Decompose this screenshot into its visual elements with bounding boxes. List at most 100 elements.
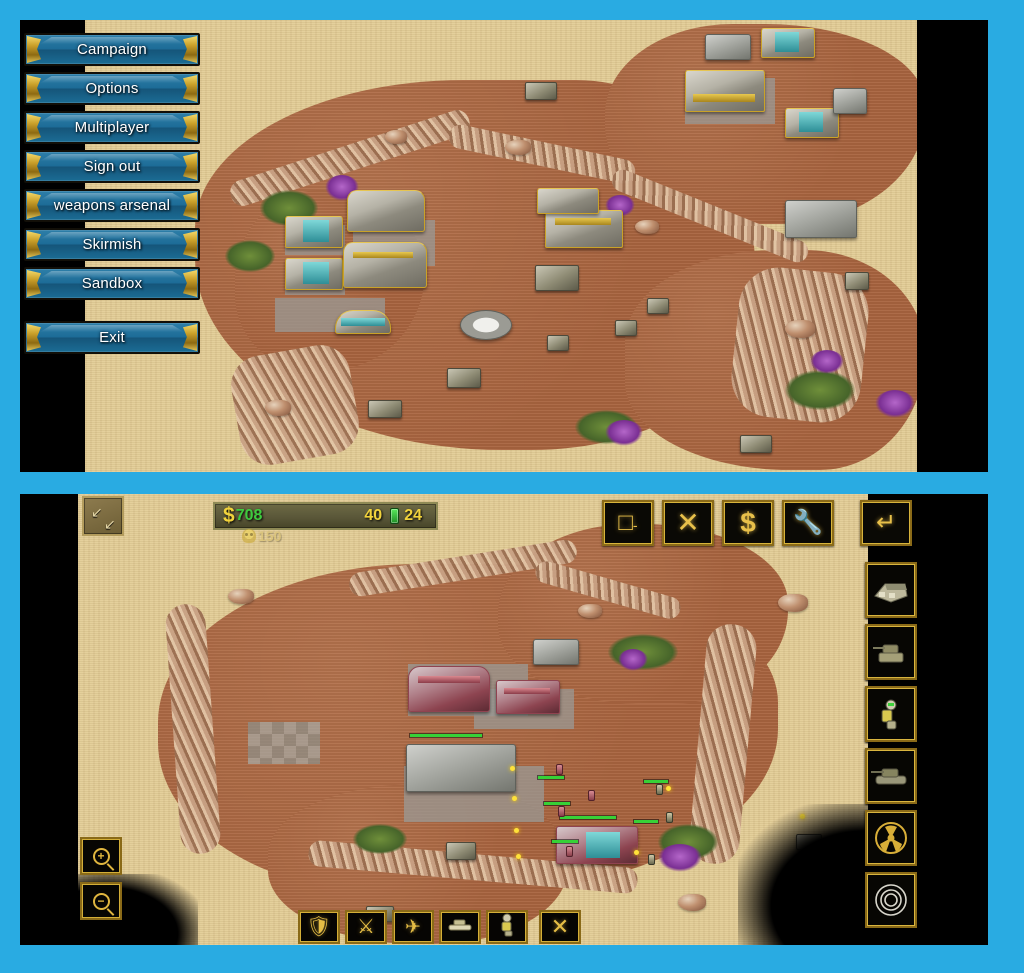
- power-produced-value: 40: [364, 507, 383, 524]
- terrain-rock-5: [265, 400, 291, 416]
- menu-button-weapons-arsenal[interactable]: weapons arsenal: [24, 189, 200, 222]
- sidebar-tile-build-vehicle[interactable]: [865, 748, 917, 804]
- command-tile-infantry[interactable]: [486, 910, 528, 944]
- structure-refinery[interactable]: [545, 210, 623, 248]
- structure-nod-barracks[interactable]: [496, 680, 560, 714]
- expand-arrows-icon: ↙: [91, 504, 103, 520]
- unit-tank-scout[interactable]: [525, 82, 557, 100]
- shield-icon: 🛡: [306, 916, 332, 938]
- exit-button-wrapper: Exit: [24, 321, 206, 354]
- credits-value: 708: [235, 507, 263, 524]
- health-bar-unit-4: [644, 780, 668, 783]
- structure-construction-yard[interactable]: [406, 744, 516, 792]
- infantry-soldier-icon: [867, 688, 915, 740]
- zoom-out-button[interactable]: −: [80, 882, 122, 920]
- unit-infantry-gdi-1[interactable]: [656, 784, 663, 795]
- toolbar-button-deploy[interactable]: □-: [602, 500, 654, 546]
- terrain-rock-2: [505, 140, 531, 155]
- structure-nod-refinery-glass: [586, 832, 620, 858]
- structure-enemy-hq[interactable]: [785, 200, 857, 238]
- minimap-toggle-button[interactable]: ↙ ↙: [82, 496, 124, 536]
- menu-button-multiplayer[interactable]: Multiplayer: [24, 111, 200, 144]
- skull-icon: [242, 529, 256, 543]
- game-viewport-bottom[interactable]: [78, 494, 868, 945]
- sidebar-tile-build-infantry[interactable]: [865, 686, 917, 742]
- unit-turret-1[interactable]: [547, 335, 569, 351]
- menu-button-sign-out[interactable]: Sign out: [24, 150, 200, 183]
- command-tile-vehicle[interactable]: [439, 910, 481, 944]
- command-tile-defense[interactable]: 🛡: [298, 910, 340, 944]
- unit-infantry-nod-4[interactable]: [588, 790, 595, 801]
- structure-silo-north[interactable]: [533, 639, 579, 665]
- unit-recon[interactable]: [740, 435, 772, 453]
- close-x-icon: ✕: [676, 507, 700, 538]
- unit-infantry-gdi-3[interactable]: [648, 854, 655, 865]
- structure-barracks[interactable]: [343, 242, 427, 288]
- toolbar-button-repair[interactable]: 🔧: [782, 500, 834, 546]
- unit-infantry-nod-3[interactable]: [566, 846, 573, 857]
- effect-muzzle-flash-4: [516, 854, 521, 859]
- resource-bar: $ 708 40 24: [213, 502, 438, 530]
- command-tile-cancel[interactable]: ✕: [539, 910, 581, 944]
- game-viewport-top[interactable]: [85, 20, 917, 472]
- unit-infantry-nod-1[interactable]: [556, 764, 563, 775]
- structure-hand-of-nod[interactable]: [408, 666, 490, 712]
- menu-button-skirmish[interactable]: Skirmish: [24, 228, 200, 261]
- unit-tank-main[interactable]: [535, 265, 579, 291]
- effect-muzzle-flash-2: [512, 796, 517, 801]
- structure-tech-glass: [341, 318, 385, 326]
- unit-tank-ally[interactable]: [446, 842, 476, 860]
- menu-button-options[interactable]: Options: [24, 72, 200, 105]
- menu-button-exit[interactable]: Exit: [24, 321, 200, 354]
- aircraft-icon: ✈: [405, 916, 421, 938]
- unit-turret-2[interactable]: [615, 320, 637, 336]
- structure-refinery-accent: [555, 218, 611, 225]
- vegetation-shrub-2: [225, 240, 275, 272]
- health-bar-nod-refinery: [560, 816, 616, 819]
- deploy-square-icon: □-: [618, 509, 638, 536]
- structure-ne-crate[interactable]: [833, 88, 867, 114]
- health-bar-unit-3: [552, 840, 578, 843]
- sword-icon: ⚔: [357, 916, 375, 938]
- unit-turret-4[interactable]: [845, 272, 869, 290]
- unit-turret-3[interactable]: [647, 298, 669, 314]
- structure-ne-depot[interactable]: [705, 34, 751, 60]
- unit-infantry-gdi-2[interactable]: [666, 812, 673, 823]
- health-bar-unit-5: [634, 820, 658, 823]
- menu-label-skirmish: Skirmish: [82, 236, 142, 253]
- power-cell-icon: [390, 508, 400, 524]
- structure-ne-factory[interactable]: [685, 70, 765, 112]
- effect-muzzle-flash-1: [510, 766, 515, 771]
- command-tile-aircraft[interactable]: ✈: [392, 910, 434, 944]
- tank-icon: [446, 917, 474, 937]
- structure-ne-glass-1: [775, 32, 799, 52]
- sidebar-tile-settings[interactable]: [865, 872, 917, 928]
- unit-infantry-nod-2[interactable]: [558, 806, 565, 817]
- toolbar-button-exit-game[interactable]: ↵: [860, 500, 912, 546]
- menu-button-sandbox[interactable]: Sandbox: [24, 267, 200, 300]
- unit-apc[interactable]: [368, 400, 402, 418]
- unit-harvester[interactable]: [447, 368, 481, 388]
- structure-helipad[interactable]: [460, 310, 512, 340]
- toolbar-button-sell[interactable]: $: [722, 500, 774, 546]
- casualties-counter: 150: [242, 528, 281, 544]
- sidebar-tile-build-turret[interactable]: [865, 624, 917, 680]
- toolbar-button-cancel[interactable]: ✕: [662, 500, 714, 546]
- structure-power-glass-2: [303, 262, 329, 284]
- menu-button-campaign[interactable]: Campaign: [24, 33, 200, 66]
- health-bar-construction-yard: [410, 734, 482, 737]
- command-tile-attack[interactable]: ⚔: [345, 910, 387, 944]
- vegetation-flower-4: [810, 350, 844, 374]
- menu-label-options: Options: [85, 80, 139, 97]
- menu-label-campaign: Campaign: [77, 41, 147, 58]
- gear-icon: [867, 874, 915, 926]
- power-consumed-value: 24: [404, 507, 422, 524]
- sidebar-tile-superweapon[interactable]: [865, 810, 917, 866]
- terrain-rock-1: [385, 130, 407, 144]
- structure-war-factory[interactable]: [347, 190, 425, 232]
- menu-label-exit: Exit: [99, 329, 125, 346]
- barracks-building-icon: [867, 564, 915, 616]
- zoom-in-button[interactable]: +: [80, 837, 122, 875]
- sidebar-tile-build-structure[interactable]: [865, 562, 917, 618]
- structure-outpost-north[interactable]: [537, 188, 599, 214]
